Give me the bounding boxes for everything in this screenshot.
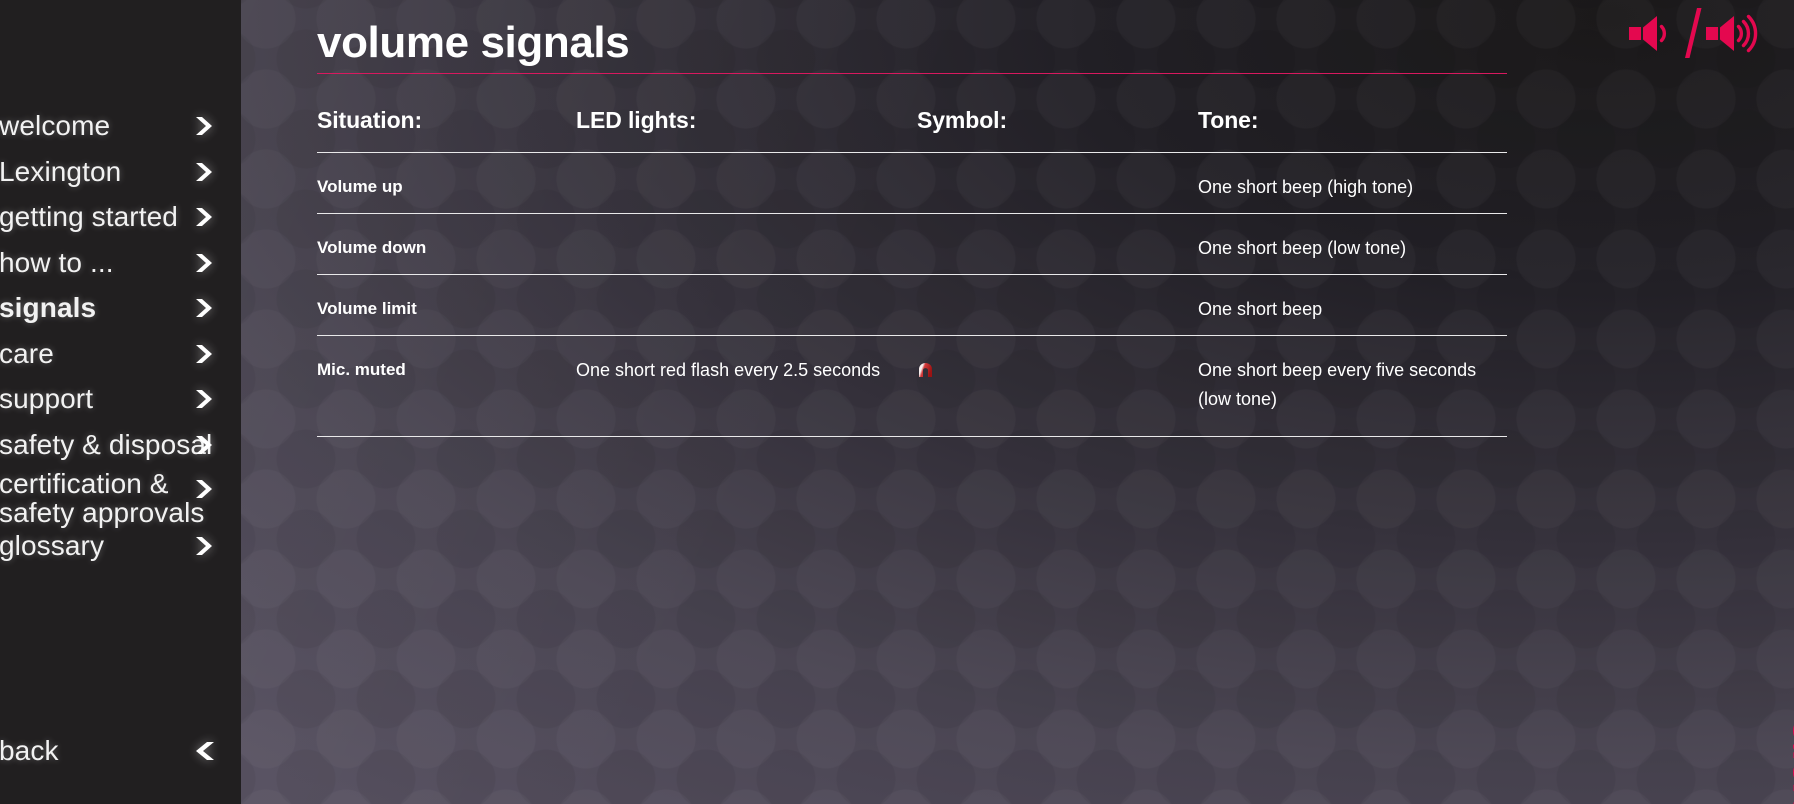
column-header-symbol: Symbol:: [917, 107, 1008, 133]
table-row: Mic. muted One short red flash every 2.5…: [317, 335, 1507, 436]
brand-logo: novero: [1778, 718, 1794, 804]
table-bottom-rule: [317, 436, 1507, 438]
cell-tone: One short beep: [1198, 299, 1323, 319]
chevron-right-icon: [191, 113, 217, 139]
sidebar-item-how-to[interactable]: how to ...: [0, 241, 241, 287]
sidebar-item-label: signals: [0, 292, 97, 324]
main-content: volume signals Situation: LED lights: Sy…: [241, 0, 1794, 804]
slash-divider: [1685, 8, 1702, 58]
cell-tone: One short beep every five seconds (low t…: [1198, 360, 1477, 410]
speaker-low-volume-icon: [1629, 16, 1667, 51]
cell-symbol: [917, 234, 1198, 264]
sidebar-item-label: safety & disposal: [0, 428, 213, 460]
cell-situation: Volume down: [317, 238, 427, 257]
red-led-indicator-icon: [917, 362, 934, 377]
sidebar-nav: welcome Lexington getting started how to…: [0, 104, 241, 570]
chevron-right-icon: [191, 295, 217, 321]
chevron-left-icon: [191, 737, 219, 765]
cell-led-lights: One short red flash every 2.5 seconds: [576, 360, 881, 380]
application-window: welcome Lexington getting started how to…: [0, 0, 1794, 804]
chevron-right-icon: [191, 250, 217, 276]
table-row: Volume down One short beep (low tone): [317, 213, 1507, 274]
sidebar-item-care[interactable]: care: [0, 332, 241, 378]
sidebar-item-label: support: [0, 383, 94, 415]
cell-led-lights: [576, 234, 917, 264]
back-button[interactable]: back: [0, 729, 241, 774]
sidebar: welcome Lexington getting started how to…: [0, 0, 241, 804]
sidebar-item-getting-started[interactable]: getting started: [0, 195, 241, 241]
back-button-label: back: [0, 735, 59, 767]
cell-tone: One short beep (high tone): [1198, 177, 1414, 197]
sidebar-item-welcome[interactable]: welcome: [0, 104, 241, 150]
chevron-right-icon: [191, 204, 217, 230]
column-header-situation: Situation:: [317, 107, 423, 133]
cell-symbol: [917, 173, 1198, 203]
volume-signal-icons: [1627, 8, 1759, 62]
cell-symbol: [917, 295, 1198, 325]
sidebar-item-signals[interactable]: signals: [0, 286, 241, 332]
chevron-right-icon: [191, 159, 217, 185]
table-row: Volume limit One short beep: [317, 274, 1507, 335]
column-header-tone: Tone:: [1198, 107, 1259, 133]
cell-led-lights: [576, 173, 917, 203]
page-title: volume signals: [317, 18, 630, 67]
cell-tone: One short beep (low tone): [1198, 238, 1407, 258]
column-header-led-lights: LED lights:: [576, 107, 697, 133]
sidebar-item-lexington[interactable]: Lexington: [0, 150, 241, 196]
cell-situation: Volume limit: [317, 299, 417, 318]
cell-led-lights: [576, 295, 917, 325]
sidebar-item-label: getting started: [0, 201, 178, 233]
sidebar-item-label: Lexington: [0, 155, 122, 187]
sidebar-item-label: certification & safety approvals: [0, 468, 205, 528]
cell-symbol: [917, 356, 1198, 414]
table-header-row: Situation: LED lights: Symbol: Tone:: [317, 95, 1507, 152]
cell-situation: Mic. muted: [317, 360, 406, 379]
cell-situation: Volume up: [317, 177, 403, 196]
speaker-high-volume-icon: [1706, 14, 1758, 53]
chevron-right-icon: [191, 432, 217, 458]
sidebar-item-label: glossary: [0, 530, 105, 562]
signals-table: Situation: LED lights: Symbol: Tone: Vol…: [317, 95, 1507, 438]
sidebar-item-label: care: [0, 337, 54, 369]
sidebar-item-safety-disposal[interactable]: safety & disposal: [0, 423, 241, 469]
sidebar-item-certification-safety-approvals[interactable]: certification & safety approvals: [0, 468, 241, 527]
sidebar-item-label: how to ...: [0, 246, 114, 278]
sidebar-item-support[interactable]: support: [0, 377, 241, 423]
chevron-right-icon: [191, 341, 217, 367]
sidebar-item-label: welcome: [0, 110, 111, 142]
chevron-right-icon: [191, 386, 217, 412]
chevron-right-icon: [191, 476, 217, 502]
sidebar-item-glossary[interactable]: glossary: [0, 524, 241, 570]
title-underline: [317, 73, 1507, 74]
table-row: Volume up One short beep (high tone): [317, 152, 1507, 213]
chevron-right-icon: [191, 533, 217, 559]
